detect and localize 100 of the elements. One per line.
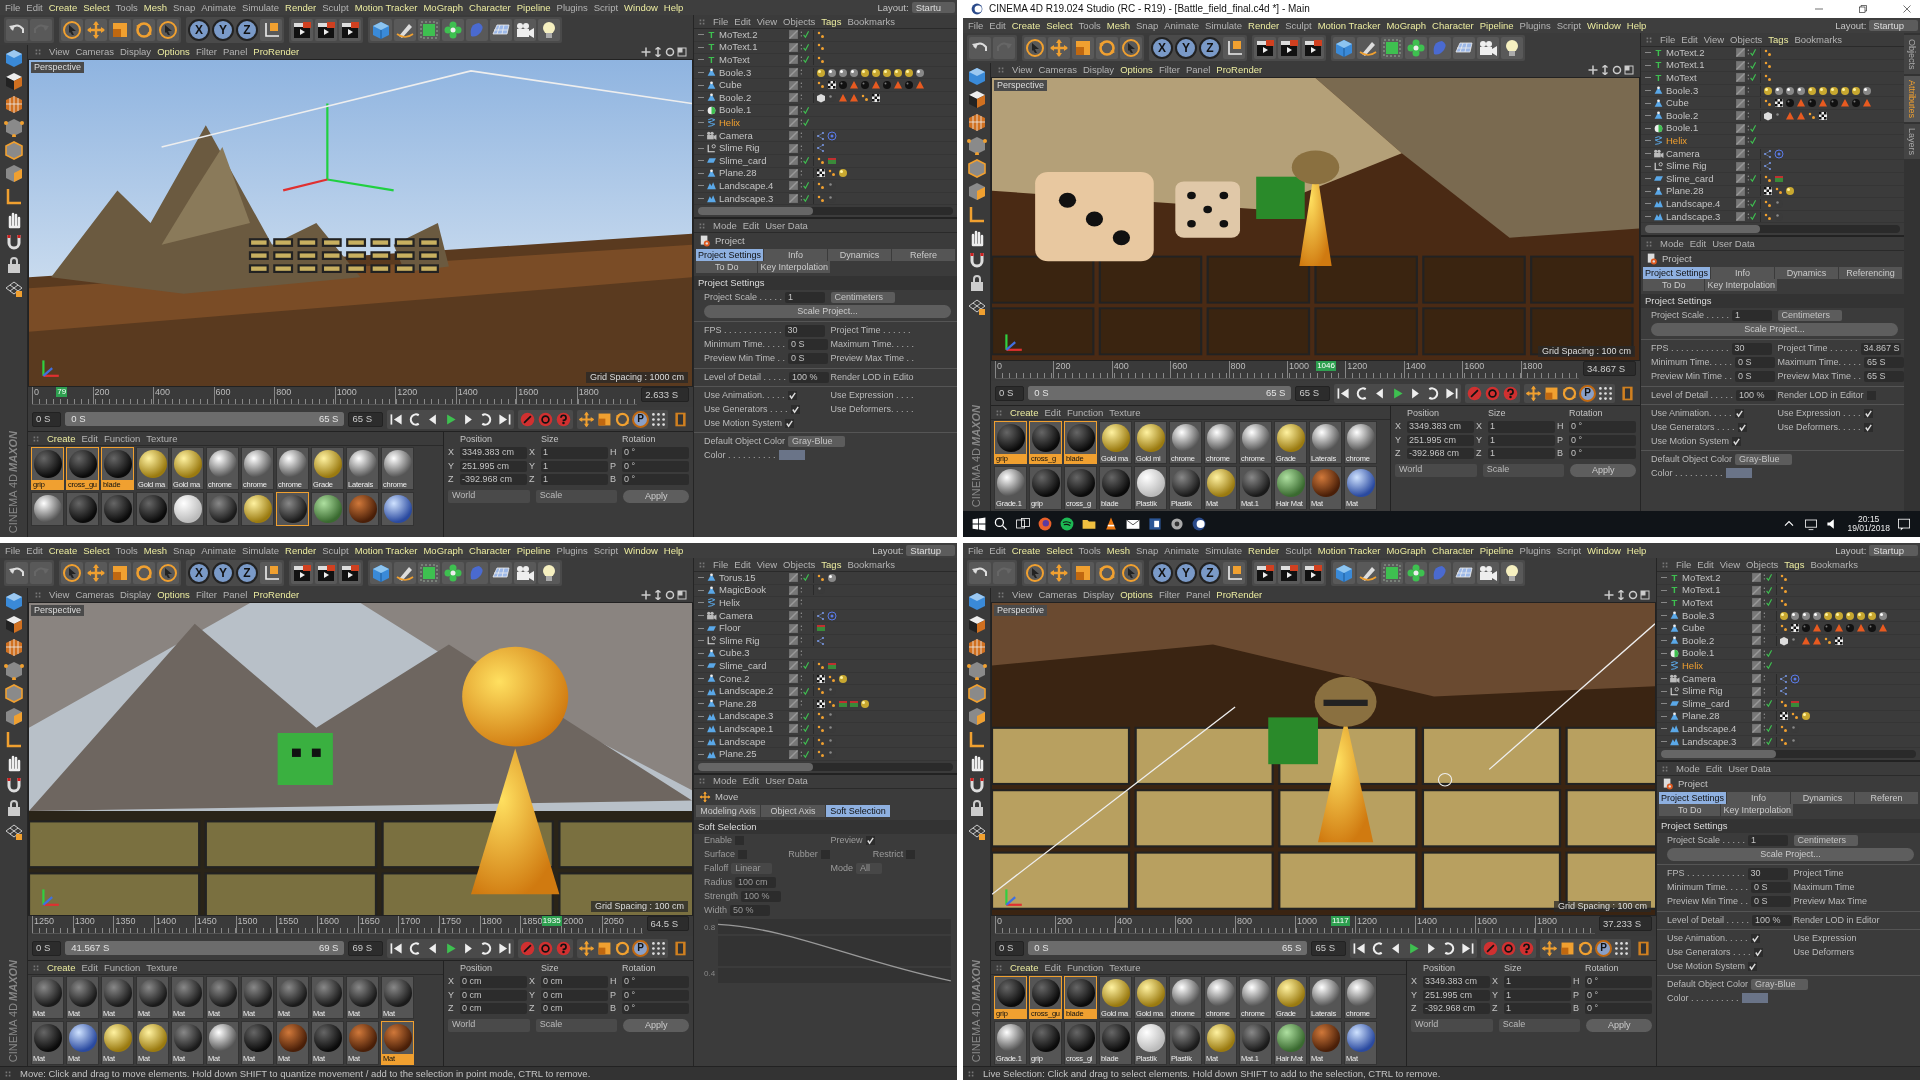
light-bulb-icon[interactable] — [538, 19, 560, 41]
record-key-icon[interactable] — [519, 410, 536, 428]
grid-cube-icon[interactable] — [966, 637, 987, 657]
object-name[interactable]: Cube.3 — [719, 647, 783, 660]
scale-project-button[interactable]: Scale Project... — [704, 305, 951, 319]
move-icon[interactable] — [85, 19, 107, 41]
target-tag-icon[interactable] — [827, 130, 837, 141]
menu-item[interactable]: Help — [1623, 544, 1650, 557]
record-key-icon[interactable] — [1482, 939, 1499, 957]
layer-toggle-icon[interactable] — [789, 80, 798, 90]
object-name[interactable]: Landscape — [719, 735, 783, 748]
browser-icon[interactable] — [1037, 516, 1053, 532]
coordinate-field[interactable]: -392.968 cm — [460, 473, 527, 485]
tab[interactable]: Project Settings — [696, 249, 764, 262]
menu-item[interactable]: ProRender — [1213, 64, 1266, 76]
timeline-ruler[interactable]: 0 200 400 600 800 1000 1046 1200 1400 1600 1800 — [995, 361, 1579, 379]
menu-item[interactable]: Texture — [143, 432, 181, 445]
timeline-ruler[interactable]: 0 200 400 600 800 1000 1117 1200 1400 1600 1800 — [995, 916, 1595, 934]
rotate-icon[interactable] — [1096, 562, 1118, 584]
clapperboard-icon[interactable] — [339, 19, 361, 41]
layer-toggle-icon[interactable] — [1752, 611, 1761, 621]
checker-tag-icon[interactable] — [827, 80, 837, 91]
menu-item[interactable]: Window — [621, 1, 661, 14]
checkbox[interactable] — [787, 391, 797, 401]
object-name[interactable]: Slime_card — [719, 154, 783, 167]
rotate-view-icon[interactable] — [665, 47, 675, 57]
edges-cube-icon[interactable] — [3, 683, 24, 703]
object-name[interactable]: Slime Rig — [719, 142, 783, 155]
rig-tag-icon[interactable] — [1763, 148, 1773, 159]
coordinate-field[interactable]: 0 ° — [1585, 976, 1652, 988]
apply-button[interactable]: Apply — [1570, 464, 1636, 478]
rotate-icon[interactable] — [133, 19, 155, 41]
texture-tag-icon[interactable] — [816, 155, 826, 166]
layer-toggle-icon[interactable] — [1752, 598, 1761, 608]
color-swatch[interactable] — [1741, 993, 1768, 1004]
material-ball-icon[interactable] — [827, 67, 837, 78]
record-key-icon[interactable] — [1466, 384, 1483, 402]
menu-item[interactable]: MoGraph — [1383, 544, 1430, 557]
layer-toggle-icon[interactable] — [789, 699, 798, 709]
parameter-key-button[interactable]: P — [1595, 939, 1612, 957]
input-field[interactable]: 1 — [1732, 309, 1773, 321]
menu-item[interactable]: Help — [660, 544, 687, 557]
menu-item[interactable]: File — [1657, 33, 1679, 46]
checkbox[interactable] — [1748, 961, 1758, 971]
texture-tag-icon[interactable] — [816, 80, 826, 91]
gear-app-icon[interactable] — [1169, 516, 1185, 532]
menu-item[interactable]: File — [2, 544, 24, 557]
viewport[interactable]: Perspective Grid Spacing : 1000 cm — [28, 59, 693, 387]
object-name[interactable]: Boole.1 — [1666, 122, 1730, 135]
tab[interactable]: Dynamics — [828, 249, 891, 262]
tab[interactable]: Info — [764, 249, 827, 262]
axis-lock-button[interactable]: Y — [212, 19, 234, 41]
checkerboard-icon[interactable] — [966, 614, 987, 634]
layer-toggle-icon[interactable] — [1752, 686, 1761, 696]
edges-cube-icon[interactable] — [3, 140, 24, 160]
tab[interactable]: To Do — [1643, 279, 1705, 292]
texture-tag-icon[interactable] — [860, 92, 870, 103]
menu-item[interactable]: Sculpt — [1282, 19, 1315, 32]
end-time-field[interactable]: 65 S — [348, 411, 383, 427]
layer-toggle-icon[interactable] — [789, 118, 798, 128]
menu-item[interactable]: Select — [80, 544, 113, 557]
layout-dropdown[interactable]: Startup — [1869, 544, 1918, 557]
mode-dropdown[interactable]: World — [448, 490, 530, 504]
scale-project-button[interactable]: Scale Project... — [1651, 323, 1898, 337]
object-name[interactable]: Boole.2 — [1682, 634, 1746, 647]
layer-toggle-icon[interactable] — [789, 42, 798, 52]
target-tag-icon[interactable] — [1790, 673, 1800, 684]
points-cube-icon[interactable] — [3, 117, 24, 137]
record-key-icon[interactable] — [519, 939, 536, 957]
object-name[interactable]: Boole.3 — [1666, 84, 1730, 97]
menu-item[interactable]: Animate — [1161, 19, 1203, 32]
menu-item[interactable]: Create — [1007, 406, 1042, 419]
input-field[interactable]: 0 S — [1735, 371, 1776, 383]
menu-item[interactable]: Plugins — [553, 1, 591, 14]
menu-item[interactable]: ProRender — [1213, 589, 1266, 601]
layer-toggle-icon[interactable] — [789, 636, 798, 646]
menu-item[interactable]: Display — [1079, 589, 1118, 601]
object-name[interactable]: Floor — [719, 622, 783, 635]
menu-item[interactable]: Snap — [1133, 19, 1162, 32]
dropdown[interactable]: Gray-Blue — [1735, 454, 1792, 466]
check-icon[interactable] — [800, 573, 809, 583]
menu-item[interactable]: Filter — [1155, 64, 1183, 76]
polygons-cube-icon[interactable] — [966, 181, 987, 201]
material-swatch[interactable] — [171, 492, 204, 527]
keyframe-help-icon[interactable] — [555, 939, 572, 957]
coordinate-field[interactable]: 0 ° — [1585, 1002, 1652, 1014]
rotate-key-icon[interactable] — [614, 410, 631, 428]
start-time-field[interactable]: 0 S — [995, 385, 1025, 401]
viewport[interactable]: Perspective Grid Spacing : 100 cm — [991, 602, 1656, 916]
texture-tag-icon[interactable] — [816, 723, 826, 734]
menu-item[interactable]: File — [965, 19, 987, 32]
coordinate-field[interactable]: 0 ° — [622, 976, 689, 988]
menu-item[interactable]: Edit — [986, 19, 1009, 32]
keyframe-help-icon[interactable] — [1518, 939, 1535, 957]
menu-item[interactable]: Character — [466, 544, 514, 557]
axis-lock-button[interactable]: Y — [1175, 37, 1197, 59]
texture-tag-icon[interactable] — [1763, 211, 1773, 222]
traffic-cone-icon[interactable] — [1103, 516, 1119, 532]
apply-button[interactable]: Apply — [623, 1019, 689, 1033]
check-icon[interactable] — [1763, 737, 1772, 746]
